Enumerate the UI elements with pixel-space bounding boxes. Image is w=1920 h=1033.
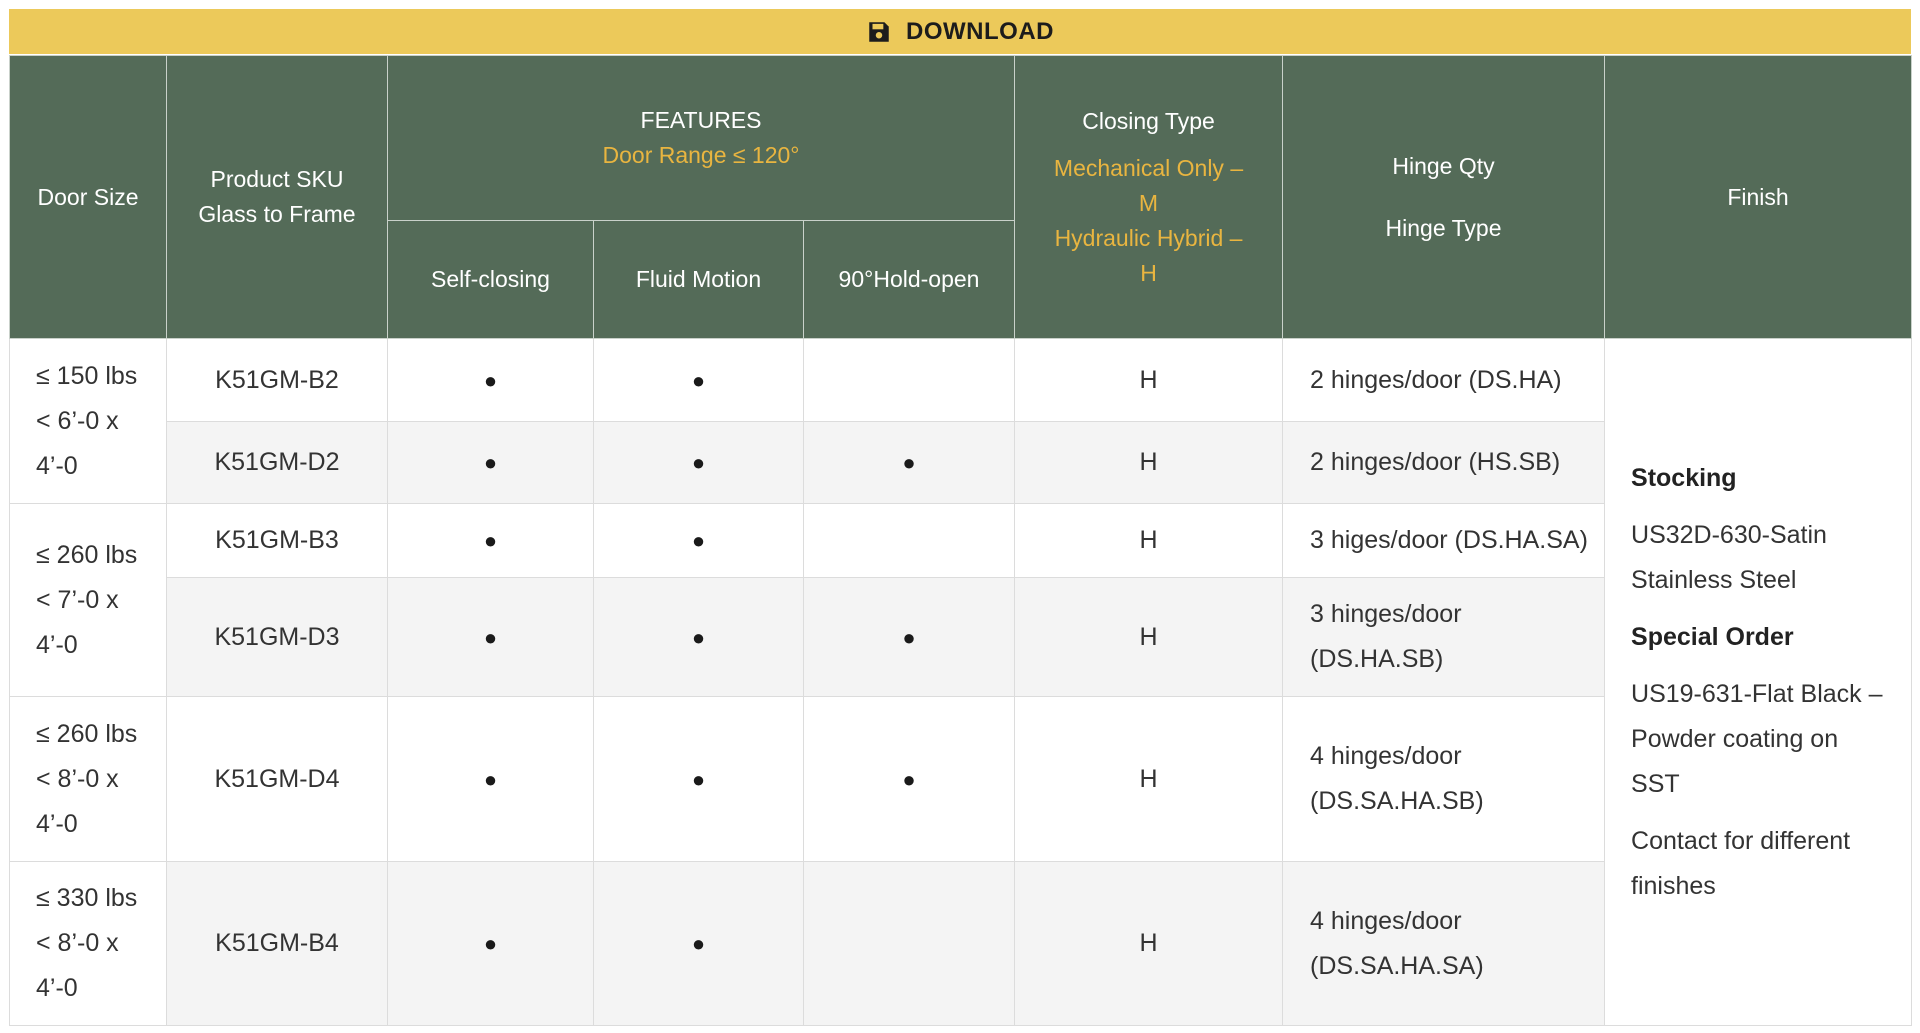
header-closing-type: Closing Type Mechanical Only – M Hydraul… — [1014, 55, 1284, 339]
closing-type-cell: H — [1014, 338, 1284, 422]
hinge-cell: 2 hinges/door (HS.SB) — [1282, 421, 1606, 504]
sku-cell: K51GM-B4 — [166, 861, 388, 1026]
self-closing-cell: ● — [387, 696, 594, 862]
self-closing-cell: ● — [387, 338, 594, 422]
download-label: DOWNLOAD — [906, 17, 1054, 45]
header-self-closing: Self-closing — [387, 220, 594, 339]
door-size-cell: ≤ 260 lbs < 7’-0 x 4’-0 — [9, 503, 167, 697]
fluid-motion-cell: ● — [593, 503, 804, 578]
closing-type-cell: H — [1014, 861, 1284, 1026]
stocking-title: Stocking — [1631, 463, 1737, 492]
door-range-note: Door Range ≤ 120° — [602, 142, 800, 168]
hold-open-cell: ● — [802, 577, 1016, 697]
hold-open-cell: ● — [802, 696, 1016, 862]
fluid-motion-cell: ● — [593, 577, 804, 697]
header-product-sku: Product SKU Glass to Frame — [166, 55, 388, 339]
download-button[interactable]: DOWNLOAD — [9, 9, 1911, 54]
hinge-cell: 4 hinges/door (DS.SA.HA.SB) — [1282, 696, 1606, 862]
header-features: FEATURES Door Range ≤ 120° — [386, 55, 1016, 221]
closing-type-cell: H — [1014, 696, 1284, 862]
finish-cell: Stocking US32D-630-Satin Stainless Steel… — [1604, 338, 1913, 1026]
hinge-cell: 3 hinges/door (DS.HA.SB) — [1282, 577, 1606, 697]
hinge-cell: 4 hinges/door (DS.SA.HA.SA) — [1282, 861, 1606, 1026]
door-size-cell: ≤ 260 lbs < 8’-0 x 4’-0 — [9, 696, 167, 862]
hold-open-cell — [802, 861, 1016, 1026]
hinge-cell: 2 hinges/door (DS.HA) — [1282, 338, 1606, 422]
self-closing-cell: ● — [387, 861, 594, 1026]
sku-cell: K51GM-B3 — [166, 503, 388, 578]
closing-type-cell: H — [1014, 421, 1284, 504]
sku-cell: K51GM-B2 — [166, 338, 388, 422]
hold-open-cell — [802, 503, 1016, 578]
sku-cell: K51GM-D4 — [166, 696, 388, 862]
special-order-title: Special Order — [1631, 622, 1794, 651]
fluid-motion-cell: ● — [593, 338, 804, 422]
table-row: ≤ 150 lbs < 6’-0 x 4’-0 K51GM-B2 ● ● H 2… — [9, 338, 1913, 1026]
closing-type-cell: H — [1014, 577, 1284, 697]
self-closing-cell: ● — [387, 503, 594, 578]
header-finish: Finish — [1604, 55, 1913, 339]
header-hold-open: 90°Hold-open — [802, 220, 1016, 339]
closing-type-cell: H — [1014, 503, 1284, 578]
fluid-motion-cell: ● — [593, 861, 804, 1026]
hinge-cell: 3 higes/door (DS.HA.SA) — [1282, 503, 1606, 578]
self-closing-cell: ● — [387, 421, 594, 504]
door-size-cell: ≤ 150 lbs < 6’-0 x 4’-0 — [9, 338, 167, 504]
header-fluid-motion: Fluid Motion — [593, 220, 804, 339]
header-door-size: Door Size — [9, 55, 167, 339]
header-hinge: Hinge Qty Hinge Type — [1282, 55, 1606, 339]
sku-cell: K51GM-D2 — [166, 421, 388, 504]
self-closing-cell: ● — [387, 577, 594, 697]
floppy-disk-icon — [869, 21, 889, 42]
fluid-motion-cell: ● — [593, 421, 804, 504]
hold-open-cell: ● — [802, 421, 1016, 504]
spec-table: Door Size Product SKU Glass to Frame FEA… — [9, 55, 1913, 1026]
hold-open-cell — [802, 338, 1016, 422]
sku-cell: K51GM-D3 — [166, 577, 388, 697]
door-size-cell: ≤ 330 lbs < 8’-0 x 4’-0 — [9, 861, 167, 1026]
fluid-motion-cell: ● — [593, 696, 804, 862]
